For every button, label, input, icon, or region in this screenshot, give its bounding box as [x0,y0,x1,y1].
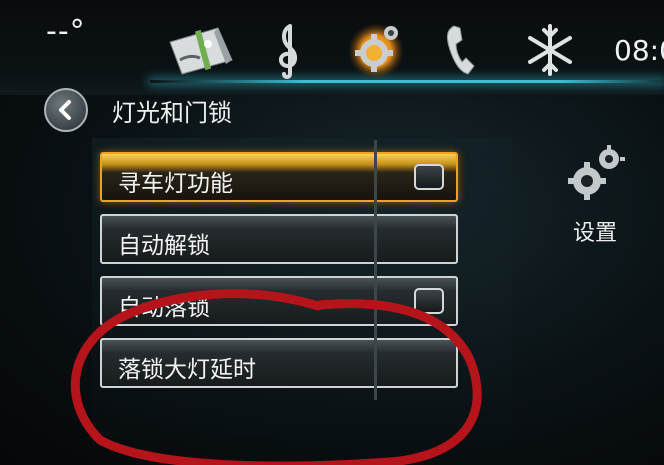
clock-readout: 08:0 [614,34,664,67]
treble-clef-icon [279,24,297,79]
temperature-readout: --° [46,14,86,49]
list-item-auto-unlock[interactable]: 自动解锁 [100,214,458,264]
list-item-label: 寻车灯功能 [118,171,233,197]
list-item-headlight-delay[interactable]: 落锁大灯延时 [100,338,458,388]
page-title: 灯光和门锁 [112,99,232,127]
list-item-label: 自动落锁 [118,295,210,321]
map-icon [169,27,233,75]
nav-tab-phone[interactable] [440,20,485,80]
list-item-label: 落锁大灯延时 [118,357,256,383]
side-settings-label: 设置 [572,221,617,246]
list-item-auto-lock[interactable]: 自动落锁 [100,276,458,326]
nav-tab-settings[interactable] [345,18,407,80]
find-car-lights-checkbox[interactable] [414,164,444,190]
nav-tab-music[interactable] [268,20,308,80]
back-button[interactable] [44,88,88,132]
list-item-find-car-lights[interactable]: 寻车灯功能 [100,152,458,202]
nav-tab-climate[interactable] [522,20,578,80]
auto-lock-checkbox[interactable] [414,288,444,314]
gear-icon [348,23,404,79]
settings-list: 寻车灯功能 自动解锁 自动落锁 落锁大灯延时 [92,138,512,438]
side-settings-panel[interactable]: 设置 [555,145,635,247]
accent-glow-divider [150,80,664,83]
back-arrow-icon [59,100,71,120]
snowflake-icon [528,24,572,76]
gears-icon [568,145,625,200]
phone-icon [446,25,475,75]
nav-tab-navigation[interactable] [160,20,240,80]
list-item-label: 自动解锁 [118,233,210,259]
list-scrollbar[interactable] [374,140,377,400]
